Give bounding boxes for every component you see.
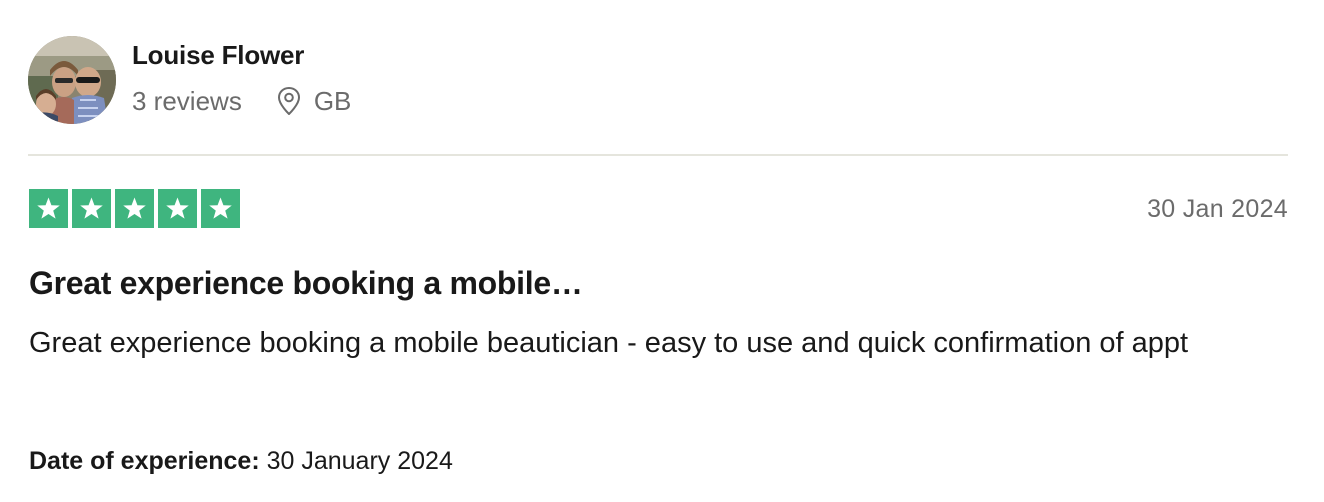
date-of-experience-label: Date of experience: [29,447,260,475]
star-3 [115,189,154,228]
reviews-count: 3 reviews [132,85,242,116]
divider [28,154,1288,156]
star-icon [37,197,60,219]
star-1 [29,189,68,228]
star-2 [72,189,111,228]
star-icon [166,197,189,219]
review-body: Great experience booking a mobile beauti… [29,327,1189,359]
reviewer-country: GB [313,85,352,116]
star-icon [123,197,146,219]
review-card: Louise Flower 3 reviews GB 30 Jan 2024 G… [0,0,1324,502]
avatar-photo [28,36,116,124]
review-title[interactable]: Great experience booking a mobile… [29,262,583,304]
star-4 [158,189,197,228]
location-pin-icon [277,87,300,115]
star-icon [80,197,103,219]
review-date: 30 Jan 2024 [1147,195,1288,223]
reviewer-name[interactable]: Louise Flower [132,38,304,72]
reviewer-meta: 3 reviews GB [132,83,351,119]
star-5 [201,189,240,228]
star-icon [209,197,232,219]
star-rating [29,189,240,228]
date-of-experience-value: 30 January 2024 [266,447,453,475]
reviewer-avatar[interactable] [28,36,116,124]
date-of-experience: Date of experience: 30 January 2024 [29,444,453,478]
